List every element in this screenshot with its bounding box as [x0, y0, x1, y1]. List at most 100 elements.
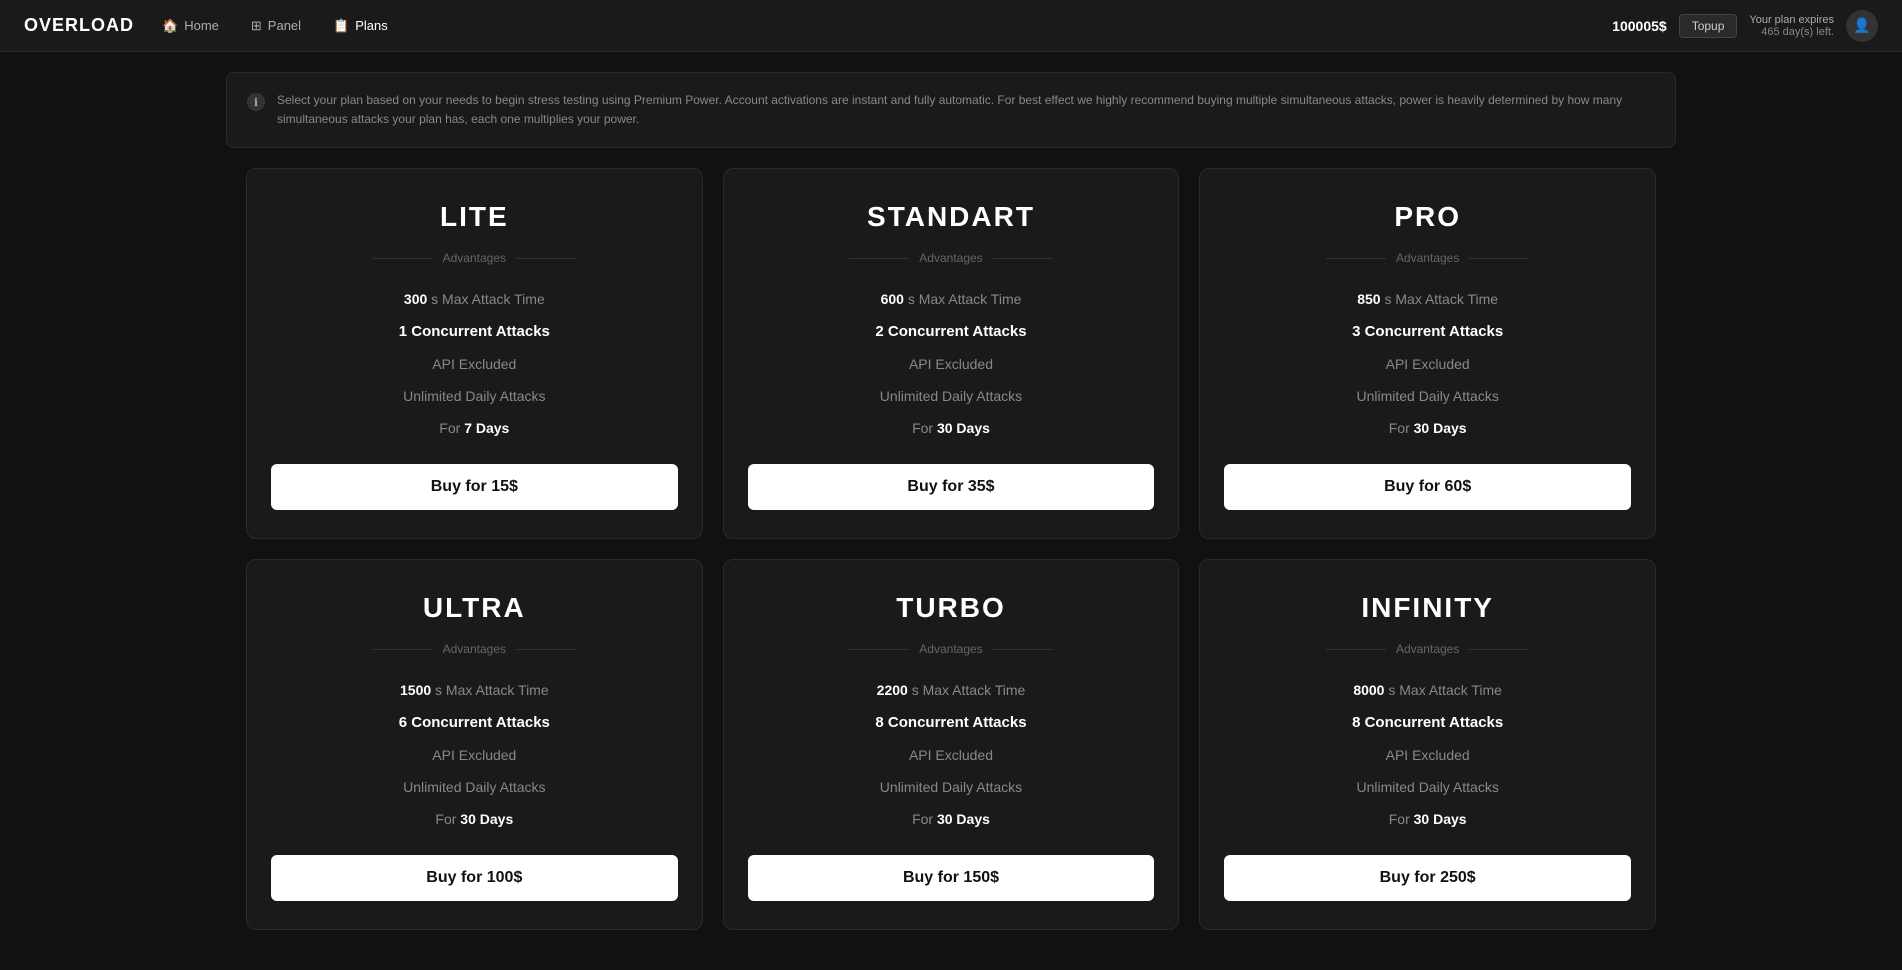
avatar[interactable]: 👤 [1846, 10, 1878, 42]
plan-features: 8000 s Max Attack Time 8 Concurrent Atta… [1224, 674, 1631, 835]
plan-card-infinity: INFINITY Advantages 8000 s Max Attack Ti… [1199, 559, 1656, 930]
max-attack-time: 1500 s Max Attack Time [271, 674, 678, 706]
plan-card-ultra: ULTRA Advantages 1500 s Max Attack Time … [246, 559, 703, 930]
advantages-label: Advantages [271, 642, 678, 656]
daily-attacks: Unlimited Daily Attacks [1224, 771, 1631, 803]
api-feature: API Excluded [271, 739, 678, 771]
nav-item-home[interactable]: 🏠 Home [154, 14, 227, 38]
nav-home-label: Home [184, 18, 219, 33]
attack-time-value: 8000 [1353, 682, 1384, 698]
expiry-label: Your plan expires [1749, 14, 1834, 26]
api-feature: API Excluded [271, 348, 678, 380]
concurrent-attacks: 8 Concurrent Attacks [1224, 706, 1631, 739]
balance-display: 100005$ [1612, 18, 1667, 34]
plans-icon: 📋 [333, 18, 349, 34]
plan-name: TURBO [896, 592, 1006, 624]
duration: For 30 Days [1224, 803, 1631, 835]
api-feature: API Excluded [1224, 739, 1631, 771]
concurrent-attacks: 1 Concurrent Attacks [271, 315, 678, 348]
attack-time-value: 850 [1357, 291, 1380, 307]
plan-name: ULTRA [423, 592, 526, 624]
plan-name: STANDART [867, 201, 1035, 233]
api-feature: API Excluded [748, 348, 1155, 380]
duration-prefix: For [912, 811, 937, 827]
home-icon: 🏠 [162, 18, 178, 34]
max-attack-time: 850 s Max Attack Time [1224, 283, 1631, 315]
daily-attacks: Unlimited Daily Attacks [271, 380, 678, 412]
nav-plans-label: Plans [355, 18, 388, 33]
plan-features: 1500 s Max Attack Time 6 Concurrent Atta… [271, 674, 678, 835]
attack-time-label: s Max Attack Time [1384, 291, 1498, 307]
duration-prefix: For [435, 811, 460, 827]
attack-time-label: s Max Attack Time [908, 291, 1022, 307]
duration: For 30 Days [748, 412, 1155, 444]
advantages-label: Advantages [1224, 251, 1631, 265]
max-attack-time: 300 s Max Attack Time [271, 283, 678, 315]
duration-prefix: For [1389, 420, 1414, 436]
expiry-value: 465 day(s) left. [1749, 26, 1834, 38]
advantages-label: Advantages [1224, 642, 1631, 656]
info-box: ℹ Select your plan based on your needs t… [226, 72, 1676, 148]
buy-button[interactable]: Buy for 35$ [748, 464, 1155, 510]
max-attack-time: 2200 s Max Attack Time [748, 674, 1155, 706]
concurrent-attacks: 6 Concurrent Attacks [271, 706, 678, 739]
buy-button[interactable]: Buy for 60$ [1224, 464, 1631, 510]
buy-button[interactable]: Buy for 250$ [1224, 855, 1631, 901]
plan-features: 300 s Max Attack Time 1 Concurrent Attac… [271, 283, 678, 444]
nav-panel-label: Panel [268, 18, 301, 33]
plan-name: PRO [1394, 201, 1461, 233]
max-attack-time: 8000 s Max Attack Time [1224, 674, 1631, 706]
navbar: OVERLOAD 🏠 Home ⊞ Panel 📋 Plans 100005$ … [0, 0, 1902, 52]
api-feature: API Excluded [748, 739, 1155, 771]
brand-logo: OVERLOAD [24, 15, 134, 36]
duration-value: 30 Days [460, 811, 513, 827]
duration: For 30 Days [1224, 412, 1631, 444]
plan-card-pro: PRO Advantages 850 s Max Attack Time 3 C… [1199, 168, 1656, 539]
plan-name: INFINITY [1361, 592, 1494, 624]
nav-item-panel[interactable]: ⊞ Panel [243, 14, 309, 38]
plan-name: LITE [440, 201, 509, 233]
duration-prefix: For [439, 420, 464, 436]
plans-container: LITE Advantages 300 s Max Attack Time 1 … [226, 168, 1676, 970]
concurrent-attacks: 3 Concurrent Attacks [1224, 315, 1631, 348]
daily-attacks: Unlimited Daily Attacks [1224, 380, 1631, 412]
panel-icon: ⊞ [251, 18, 262, 34]
attack-time-label: s Max Attack Time [1388, 682, 1502, 698]
plan-card-standart: STANDART Advantages 600 s Max Attack Tim… [723, 168, 1180, 539]
api-feature: API Excluded [1224, 348, 1631, 380]
duration-value: 30 Days [1414, 420, 1467, 436]
duration-value: 7 Days [464, 420, 509, 436]
plan-card-turbo: TURBO Advantages 2200 s Max Attack Time … [723, 559, 1180, 930]
attack-time-label: s Max Attack Time [912, 682, 1026, 698]
plans-grid: LITE Advantages 300 s Max Attack Time 1 … [246, 168, 1656, 930]
info-icon: ℹ [247, 93, 265, 111]
duration-value: 30 Days [937, 811, 990, 827]
expiry-info: Your plan expires 465 day(s) left. [1749, 14, 1834, 38]
buy-button[interactable]: Buy for 15$ [271, 464, 678, 510]
concurrent-attacks: 2 Concurrent Attacks [748, 315, 1155, 348]
duration: For 7 Days [271, 412, 678, 444]
max-attack-time: 600 s Max Attack Time [748, 283, 1155, 315]
attack-time-value: 1500 [400, 682, 431, 698]
duration-prefix: For [1389, 811, 1414, 827]
topup-button[interactable]: Topup [1679, 14, 1738, 38]
plan-features: 850 s Max Attack Time 3 Concurrent Attac… [1224, 283, 1631, 444]
plan-features: 600 s Max Attack Time 2 Concurrent Attac… [748, 283, 1155, 444]
duration-value: 30 Days [937, 420, 990, 436]
avatar-icon: 👤 [1853, 17, 1870, 34]
attack-time-label: s Max Attack Time [435, 682, 549, 698]
attack-time-label: s Max Attack Time [431, 291, 545, 307]
advantages-label: Advantages [748, 642, 1155, 656]
plan-card-lite: LITE Advantages 300 s Max Attack Time 1 … [246, 168, 703, 539]
navbar-left: OVERLOAD 🏠 Home ⊞ Panel 📋 Plans [24, 14, 396, 38]
daily-attacks: Unlimited Daily Attacks [748, 771, 1155, 803]
duration-prefix: For [912, 420, 937, 436]
buy-button[interactable]: Buy for 150$ [748, 855, 1155, 901]
duration: For 30 Days [271, 803, 678, 835]
concurrent-attacks: 8 Concurrent Attacks [748, 706, 1155, 739]
nav-item-plans[interactable]: 📋 Plans [325, 14, 396, 38]
attack-time-value: 600 [881, 291, 904, 307]
advantages-label: Advantages [748, 251, 1155, 265]
buy-button[interactable]: Buy for 100$ [271, 855, 678, 901]
nav-links: 🏠 Home ⊞ Panel 📋 Plans [154, 14, 396, 38]
